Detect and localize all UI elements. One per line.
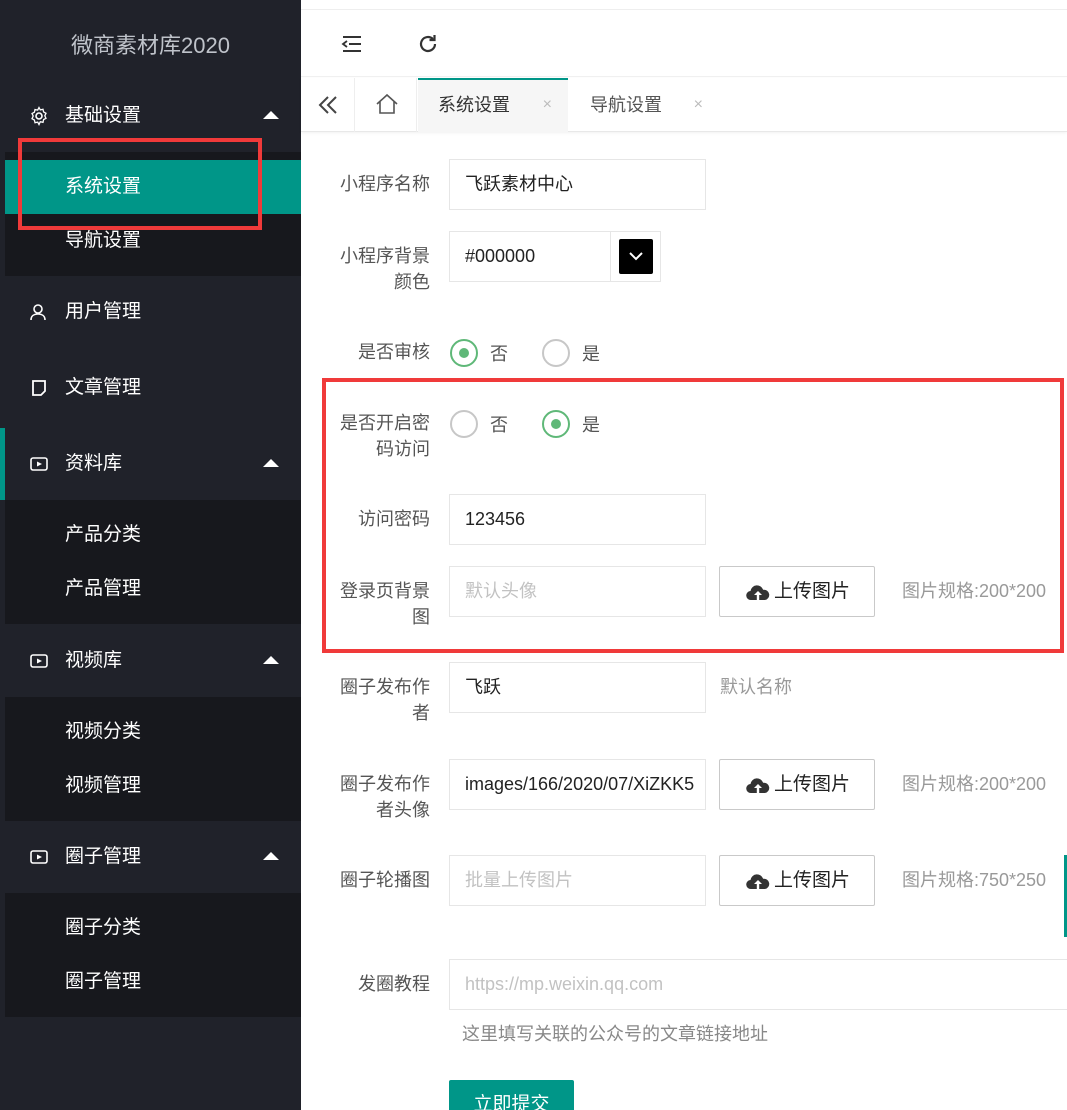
label-line: 圈子发布作	[340, 677, 430, 697]
upload-button-label: 上传图片	[774, 774, 851, 795]
post-tutorial-label: 发圈教程	[358, 974, 430, 994]
sidebar-item-circle-category[interactable]: 圈子分类	[5, 901, 301, 955]
close-icon[interactable]: ×	[543, 80, 552, 130]
sidebar-item-label: 视频管理	[65, 775, 142, 796]
app-name-label: 小程序名称	[340, 174, 430, 194]
color-swatch	[619, 239, 653, 274]
review-radio-yes[interactable]	[542, 339, 570, 367]
sidebar-group-video-library[interactable]: 视频库	[5, 625, 301, 697]
sidebar-submenu-library: 产品分类 产品管理	[5, 500, 301, 624]
post-tutorial-input[interactable]: https://mp.weixin.qq.com	[449, 959, 1067, 1010]
tab-system-settings[interactable]: 系统设置 ×	[418, 78, 568, 132]
gear-icon	[31, 106, 47, 126]
color-picker[interactable]	[610, 231, 661, 282]
caret-up-icon	[263, 111, 279, 119]
sidebar-item-label: 产品分类	[65, 524, 142, 545]
caret-up-icon	[263, 656, 279, 664]
sidebar-group-user-management[interactable]: 用户管理	[5, 276, 301, 348]
video-icon	[30, 850, 48, 864]
sidebar-item-product-category[interactable]: 产品分类	[5, 508, 301, 562]
top-header	[301, 10, 1067, 77]
circle-carousel-size-hint: 图片规格:750*250	[902, 870, 1047, 890]
label-line: 者头像	[376, 800, 430, 820]
sidebar-item-label: 圈子分类	[65, 917, 142, 938]
sidebar-group-circle-management[interactable]: 圈子管理	[5, 821, 301, 893]
sidebar-item-product-management[interactable]: 产品管理	[5, 562, 301, 616]
post-tutorial-help: 这里填写关联的公众号的文章链接地址	[462, 1024, 768, 1044]
collapse-menu-icon[interactable]	[341, 34, 363, 54]
tab-home[interactable]	[355, 78, 417, 132]
tab-bar: 系统设置 × 导航设置 ×	[301, 78, 1067, 132]
circle-author-avatar-upload-button[interactable]: 上传图片	[719, 759, 875, 810]
sidebar-item-label: 圈子管理	[65, 971, 142, 992]
document-icon	[32, 380, 46, 396]
tab-label: 导航设置	[590, 95, 662, 115]
caret-up-icon	[263, 852, 279, 860]
circle-author-hint: 默认名称	[720, 677, 792, 697]
bg-color-label: 小程序背景 颜色	[325, 243, 430, 295]
circle-author-avatar-input[interactable]: images/166/2020/07/XiZKK5	[449, 759, 706, 810]
sidebar: 微商素材库2020 基础设置 系统设置 导航设置 用户管理 文章管理 资料库 产…	[0, 0, 301, 1110]
sidebar-submenu-circle-management: 圈子分类 圈子管理	[5, 893, 301, 1017]
refresh-icon[interactable]	[417, 33, 439, 55]
close-icon[interactable]: ×	[694, 78, 703, 132]
highlight-box-sidebar	[18, 138, 262, 230]
video-icon	[30, 654, 48, 668]
app-logo-title: 微商素材库2020	[71, 33, 230, 58]
caret-up-icon	[263, 459, 279, 467]
user-icon	[30, 304, 46, 321]
label-line: 者	[412, 703, 430, 723]
sidebar-item-video-management[interactable]: 视频管理	[5, 759, 301, 813]
sidebar-group-library[interactable]: 资料库	[0, 428, 301, 500]
video-icon	[30, 457, 48, 471]
app-name-input[interactable]: 飞跃素材中心	[449, 159, 706, 210]
label-line: 小程序背景	[340, 246, 430, 266]
circle-author-label: 圈子发布作 者	[325, 674, 430, 726]
sidebar-group-label: 文章管理	[65, 377, 142, 398]
submit-button[interactable]: 立即提交	[449, 1080, 574, 1110]
double-chevron-left-icon	[318, 96, 337, 114]
circle-carousel-label: 圈子轮播图	[340, 870, 430, 890]
chevron-down-icon	[629, 252, 643, 261]
sidebar-item-label: 产品管理	[65, 578, 142, 599]
label-line: 颜色	[394, 272, 430, 292]
sidebar-group-label: 圈子管理	[65, 846, 142, 867]
cloud-upload-icon	[746, 778, 770, 794]
sidebar-group-label: 资料库	[65, 453, 123, 474]
home-icon	[376, 93, 398, 114]
label-line: 圈子发布作	[340, 774, 430, 794]
sidebar-group-article-management[interactable]: 文章管理	[5, 352, 301, 424]
circle-author-avatar-size-hint: 图片规格:200*200	[902, 774, 1047, 794]
circle-carousel-input[interactable]: 批量上传图片	[449, 855, 706, 906]
sidebar-item-video-category[interactable]: 视频分类	[5, 705, 301, 759]
review-radio-no[interactable]	[450, 339, 478, 367]
circle-author-avatar-label: 圈子发布作 者头像	[325, 771, 430, 823]
cloud-upload-icon	[746, 874, 770, 890]
sidebar-item-label: 视频分类	[65, 721, 142, 742]
sidebar-item-circle-management[interactable]: 圈子管理	[5, 955, 301, 1009]
upload-button-label: 上传图片	[774, 870, 851, 891]
review-option-yes: 是	[582, 344, 600, 364]
highlight-box-password-section	[322, 378, 1064, 653]
tab-nav-settings[interactable]: 导航设置 ×	[569, 78, 719, 132]
circle-author-input[interactable]: 飞跃	[449, 662, 706, 713]
review-label: 是否审核	[358, 342, 430, 362]
sidebar-group-label: 视频库	[65, 650, 123, 671]
sidebar-group-label: 用户管理	[65, 301, 142, 322]
review-option-no: 否	[490, 344, 508, 364]
tab-scroll-left-button[interactable]	[301, 78, 355, 132]
bg-color-input[interactable]: #000000	[449, 231, 611, 282]
tab-label: 系统设置	[438, 95, 510, 115]
sidebar-submenu-video-library: 视频分类 视频管理	[5, 697, 301, 821]
circle-carousel-upload-button[interactable]: 上传图片	[719, 855, 875, 906]
